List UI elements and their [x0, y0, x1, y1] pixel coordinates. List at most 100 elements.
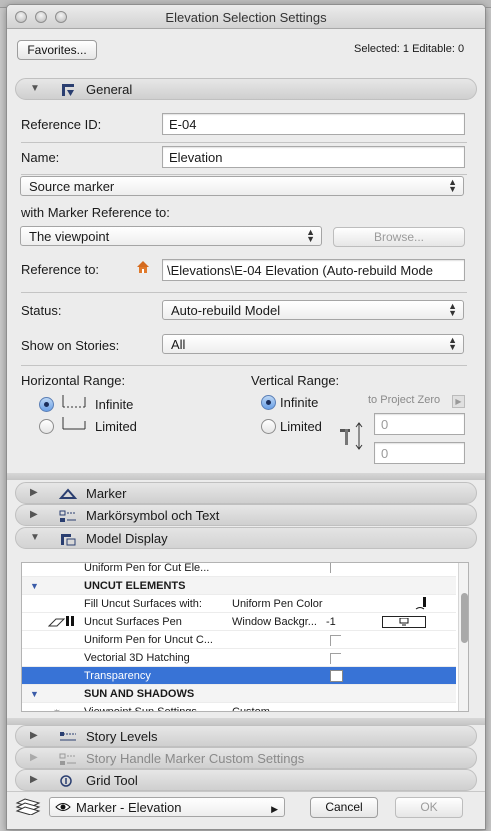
expand-triangle-icon[interactable]: ▶	[30, 509, 38, 520]
model-display-panel-header[interactable]: ▼ Model Display	[15, 527, 477, 549]
table-row-selected[interactable]: Transparency	[22, 667, 456, 685]
popup-arrows-icon: ▲ ▼	[448, 335, 457, 352]
popup-arrow-icon: ▶	[271, 804, 278, 814]
divider	[21, 365, 467, 366]
collapse-triangle-icon[interactable]: ▼	[30, 83, 40, 94]
row-name: Uniform Pen for Uncut C...	[84, 634, 213, 646]
expand-triangle-icon[interactable]: ▶	[30, 752, 38, 763]
stories-label: Show on Stories:	[21, 338, 120, 353]
marker-panel-header[interactable]: ▶ Marker	[15, 482, 477, 504]
general-panel-header[interactable]: ▼ General	[15, 78, 477, 100]
ok-button[interactable]: OK	[395, 797, 463, 818]
pen-icon	[48, 616, 74, 627]
pen-color-swatch[interactable]	[382, 616, 426, 628]
vertical-top-field[interactable]: 0	[374, 413, 465, 435]
horizontal-infinite-icon	[62, 395, 87, 408]
marker-type-value: Source marker	[29, 179, 115, 194]
row-checkbox[interactable]	[330, 563, 341, 573]
row-name: Transparency	[84, 670, 151, 682]
vertical-limited-label: Limited	[280, 419, 322, 434]
table-row[interactable]: Uniform Pen for Uncut C...	[22, 631, 456, 649]
reference-id-field[interactable]: E-04	[162, 113, 465, 135]
expand-triangle-icon[interactable]: ▶	[30, 774, 38, 785]
row-value: Uniform Pen Color	[232, 598, 323, 610]
to-project-zero-label: to Project Zero	[368, 394, 441, 406]
sun-icon: ☼	[52, 706, 63, 712]
status-value: Auto-rebuild Model	[171, 303, 281, 318]
vertical-bottom-field[interactable]: 0	[374, 442, 465, 464]
name-label: Name:	[21, 150, 60, 165]
popup-arrows-icon: ▲ ▼	[306, 227, 315, 244]
table-row[interactable]: Uniform Pen for Cut Ele...	[22, 563, 456, 577]
divider	[21, 292, 467, 293]
favorites-button[interactable]: Favorites...	[17, 40, 97, 60]
row-value: Window Backgr...	[232, 616, 317, 628]
group-collapse-icon[interactable]: ▼	[30, 685, 39, 703]
row-name: Viewpoint Sun Settings	[84, 706, 197, 712]
general-settings-icon	[62, 84, 74, 96]
selection-status: Selected: 1 Editable: 0	[354, 43, 465, 55]
table-group-row[interactable]: ▼ UNCUT ELEMENTS	[22, 577, 456, 595]
table-row[interactable]: Vectorial 3D Hatching	[22, 649, 456, 667]
row-checkbox[interactable]	[330, 653, 341, 664]
layer-popup[interactable]: Marker - Elevation ▶	[49, 797, 285, 817]
grid-tool-icon	[60, 775, 72, 787]
vertical-limits-icon	[340, 422, 363, 450]
story-levels-panel-title: Story Levels	[86, 729, 158, 744]
horizontal-limited-radio[interactable]	[39, 419, 54, 434]
horizontal-range-label: Horizontal Range:	[21, 373, 126, 388]
general-panel-title: General	[86, 82, 133, 97]
reference-to-label: Reference to:	[21, 262, 100, 277]
row-checkbox[interactable]	[330, 670, 343, 682]
stories-popup[interactable]: All ▲ ▼	[162, 334, 464, 354]
reference-id-label: Reference ID:	[21, 117, 102, 132]
table-row[interactable]: Fill Uncut Surfaces with: Uniform Pen Co…	[22, 595, 456, 613]
horizontal-infinite-radio[interactable]	[39, 397, 54, 412]
marker-type-popup[interactable]: Source marker ▲ ▼	[20, 176, 464, 196]
paint-bucket-icon[interactable]	[414, 596, 430, 612]
horizontal-limited-icon	[62, 417, 86, 430]
marker-reference-value: The viewpoint	[29, 229, 110, 244]
vertical-limited-radio[interactable]	[261, 419, 276, 434]
story-handle-icon	[59, 753, 76, 765]
reference-to-field: \Elevations\E-04 Elevation (Auto-rebuild…	[162, 259, 465, 281]
name-field[interactable]: Elevation	[162, 146, 465, 168]
expand-triangle-icon[interactable]: ▶	[30, 487, 38, 498]
story-levels-icon	[60, 732, 76, 741]
horizontal-infinite-label: Infinite	[95, 397, 134, 412]
project-zero-arrow-button[interactable]: ▶	[452, 395, 465, 408]
grid-tool-panel-title: Grid Tool	[86, 773, 138, 788]
vertical-range-label: Vertical Range:	[251, 373, 340, 388]
divider	[21, 142, 467, 143]
panel-separator	[7, 718, 485, 725]
title-bar: Elevation Selection Settings	[7, 5, 485, 29]
group-name: UNCUT ELEMENTS	[84, 580, 186, 592]
status-popup[interactable]: Auto-rebuild Model ▲ ▼	[162, 300, 464, 320]
table-group-row[interactable]: ▼ SUN AND SHADOWS	[22, 685, 456, 703]
model-display-table: Uniform Pen for Cut Ele... ▼ UNCUT ELEME…	[21, 562, 469, 712]
marker-reference-popup[interactable]: The viewpoint ▲ ▼	[20, 226, 322, 246]
grid-tool-panel-header[interactable]: ▶ Grid Tool	[15, 769, 477, 791]
expand-triangle-icon[interactable]: ▶	[30, 730, 38, 741]
story-handle-panel-header[interactable]: ▶ Story Handle Marker Custom Settings	[15, 747, 477, 769]
story-handle-panel-title: Story Handle Marker Custom Settings	[86, 751, 305, 766]
panel-separator	[7, 473, 485, 480]
story-levels-panel-header[interactable]: ▶ Story Levels	[15, 725, 477, 747]
row-checkbox[interactable]	[330, 635, 341, 646]
eye-icon	[55, 803, 71, 811]
vertical-infinite-radio[interactable]	[261, 395, 276, 410]
collapse-triangle-icon[interactable]: ▼	[30, 532, 40, 543]
marker-symbol-panel-header[interactable]: ▶ Markörsymbol och Text	[15, 504, 477, 526]
marker-icon	[58, 488, 78, 499]
popup-arrows-icon: ▲ ▼	[448, 177, 457, 194]
cancel-button[interactable]: Cancel	[310, 797, 378, 818]
table-row[interactable]: Uncut Surfaces Pen Window Backgr... -1	[22, 613, 456, 631]
group-collapse-icon[interactable]: ▼	[30, 577, 39, 595]
browse-button[interactable]: Browse...	[333, 227, 465, 247]
row-name: Vectorial 3D Hatching	[84, 652, 190, 664]
layer-value: Marker - Elevation	[76, 800, 182, 815]
settings-dialog: Elevation Selection Settings Favorites..…	[6, 4, 486, 830]
layers-icon	[15, 798, 41, 815]
table-row[interactable]: ☼ Viewpoint Sun Settings Custom	[22, 703, 456, 712]
table-scrollbar-thumb[interactable]	[461, 593, 468, 643]
